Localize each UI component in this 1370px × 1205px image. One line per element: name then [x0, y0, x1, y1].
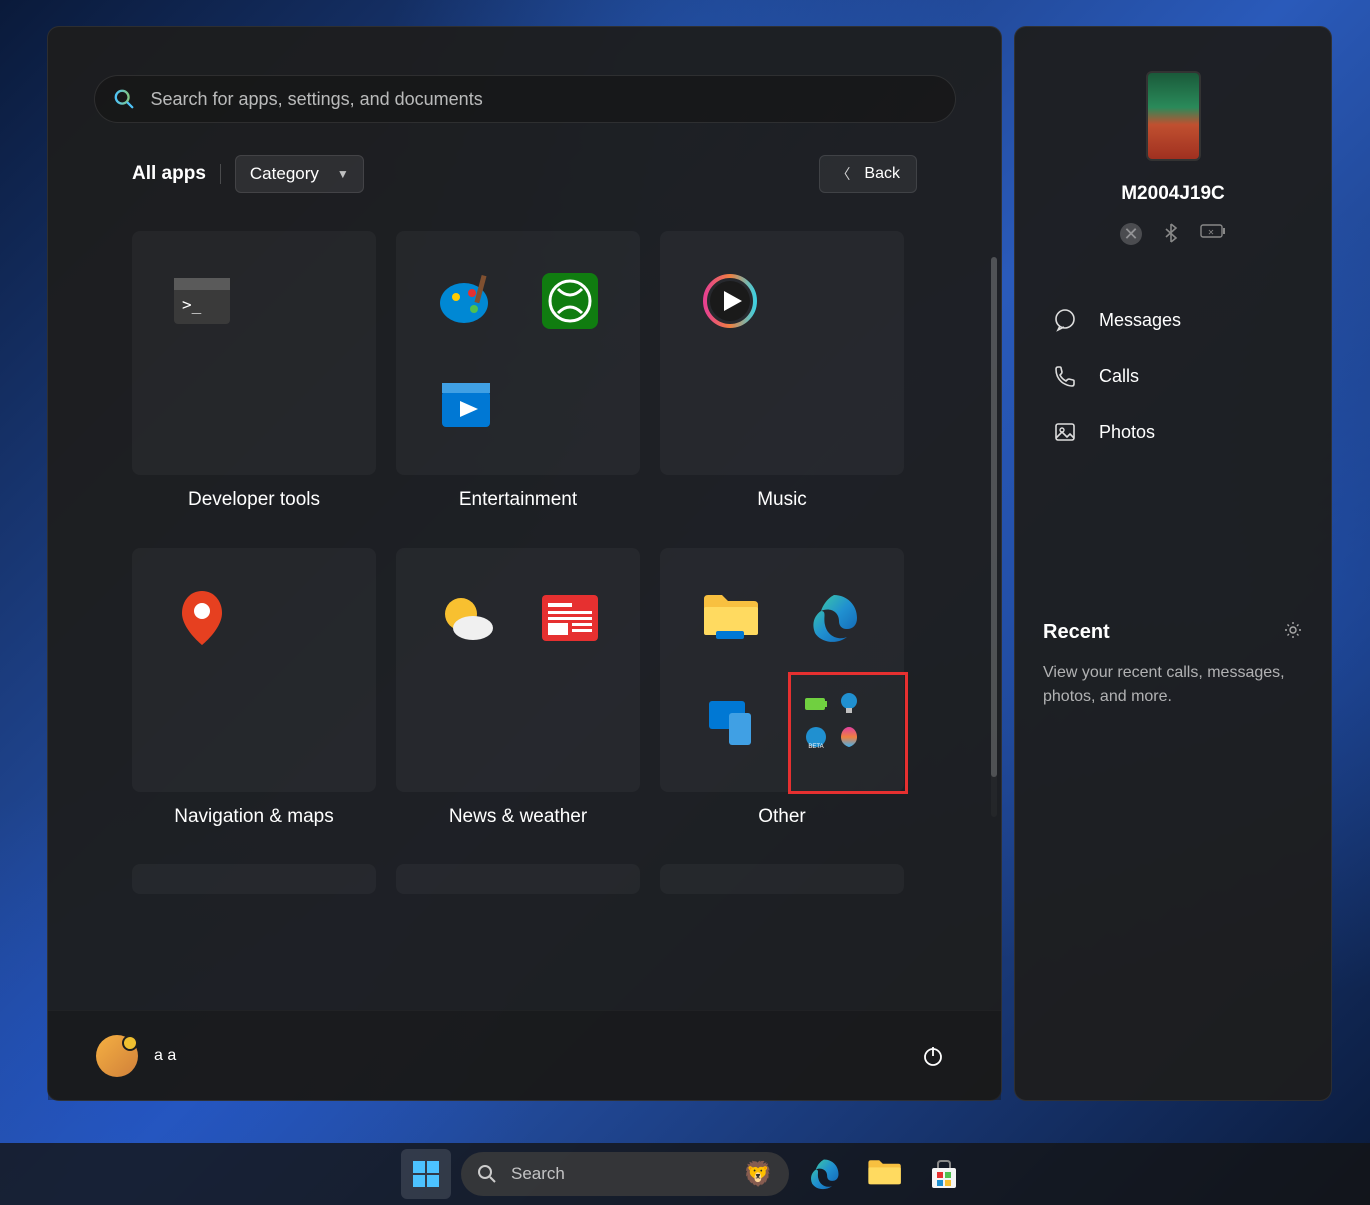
- news-icon: [540, 588, 600, 648]
- paint-icon: [436, 271, 496, 331]
- chevron-left-icon: 〈: [836, 164, 850, 184]
- taskbar: Search 🦁: [0, 1143, 1370, 1205]
- maps-icon: [172, 588, 232, 648]
- categories-grid: >_ Developer tools: [92, 231, 957, 911]
- user-name[interactable]: a a: [154, 1047, 176, 1065]
- phone-device-name: M2004J19C: [1043, 183, 1303, 205]
- battery-mini-icon: [804, 692, 828, 716]
- tips-mini-icon: [837, 692, 861, 716]
- svg-text:>_: >_: [182, 295, 202, 314]
- dnd-status-icon[interactable]: ✕: [1120, 223, 1142, 245]
- tile-box: [396, 548, 640, 792]
- tile-box: [132, 548, 376, 792]
- category-partial[interactable]: [660, 864, 904, 911]
- tile-box: BETA: [660, 548, 904, 792]
- edge-beta-mini-icon: BETA: [804, 725, 828, 749]
- battery-icon[interactable]: ✕: [1200, 223, 1226, 248]
- clipchamp-icon: [436, 375, 496, 435]
- taskbar-store[interactable]: [919, 1149, 969, 1199]
- tile-label: Music: [757, 489, 807, 511]
- chevron-down-icon: ▼: [337, 167, 349, 181]
- start-menu-panel: Search for apps, settings, and documents…: [47, 26, 1002, 1101]
- phone-status-row: ✕ ✕: [1043, 223, 1303, 248]
- user-avatar[interactable]: [96, 1035, 138, 1077]
- search-icon: [113, 88, 135, 110]
- category-partial[interactable]: [132, 864, 376, 911]
- search-icon: [477, 1164, 497, 1184]
- tile-label: Other: [758, 806, 806, 828]
- start-content: Search for apps, settings, and documents…: [48, 27, 1001, 1010]
- tile-box: >_: [132, 231, 376, 475]
- category-entertainment[interactable]: Entertainment: [396, 231, 640, 528]
- lion-icon: 🦁: [743, 1160, 773, 1189]
- recent-title: Recent: [1043, 621, 1110, 644]
- svg-text:✕: ✕: [1208, 228, 1215, 237]
- phone-messages-button[interactable]: Messages: [1043, 292, 1303, 348]
- recent-header: Recent: [1043, 620, 1303, 645]
- gear-icon[interactable]: [1283, 620, 1303, 645]
- taskbar-search-text: Search: [511, 1164, 729, 1184]
- store-icon: [928, 1158, 960, 1190]
- file-explorer-icon: [867, 1159, 901, 1189]
- phone-device-image[interactable]: [1146, 71, 1201, 161]
- weather-icon: [436, 588, 496, 648]
- search-placeholder: Search for apps, settings, and documents: [151, 89, 483, 110]
- recent-section: Recent View your recent calls, messages,…: [1043, 620, 1303, 709]
- category-other[interactable]: BETA Other: [660, 548, 904, 845]
- tile-box: [396, 864, 640, 894]
- tile-label: Navigation & maps: [174, 806, 333, 828]
- photos-label: Photos: [1099, 422, 1155, 443]
- phone-calls-button[interactable]: Calls: [1043, 348, 1303, 404]
- tile-label: Entertainment: [459, 489, 577, 511]
- messages-label: Messages: [1099, 310, 1181, 331]
- category-news-weather[interactable]: News & weather: [396, 548, 640, 845]
- recent-text: View your recent calls, messages, photos…: [1043, 661, 1303, 709]
- file-explorer-icon: [700, 588, 760, 648]
- back-button[interactable]: 〈 Back: [819, 155, 917, 193]
- start-button[interactable]: [401, 1149, 451, 1199]
- tile-label: Developer tools: [188, 489, 320, 511]
- scrollbar[interactable]: [991, 257, 997, 817]
- tile-box: [396, 231, 640, 475]
- svg-text:BETA: BETA: [808, 744, 823, 748]
- scrollbar-thumb[interactable]: [991, 257, 997, 777]
- terminal-icon: >_: [172, 271, 232, 331]
- search-input[interactable]: Search for apps, settings, and documents: [94, 75, 956, 123]
- category-music[interactable]: Music: [660, 231, 904, 528]
- tile-label: News & weather: [449, 806, 587, 828]
- phone-link-icon: [700, 692, 760, 752]
- power-button[interactable]: [913, 1036, 953, 1076]
- start-footer: a a: [48, 1010, 1001, 1100]
- category-partial[interactable]: [396, 864, 640, 911]
- phone-link-panel: M2004J19C ✕ ✕ Messages Calls Photos Rece…: [1014, 26, 1332, 1101]
- paint3d-mini-icon: [837, 725, 861, 749]
- calls-label: Calls: [1099, 366, 1139, 387]
- category-dropdown[interactable]: Category ▼: [235, 155, 364, 193]
- bluetooth-icon[interactable]: [1164, 223, 1178, 248]
- media-player-icon: [700, 271, 760, 331]
- phone-photos-button[interactable]: Photos: [1043, 404, 1303, 460]
- tile-box: [132, 864, 376, 894]
- calls-icon: [1053, 364, 1077, 388]
- category-developer-tools[interactable]: >_ Developer tools: [132, 231, 376, 528]
- taskbar-search[interactable]: Search 🦁: [461, 1152, 789, 1196]
- mini-app-cluster: BETA: [804, 692, 864, 752]
- header-row: All apps Category ▼ 〈 Back: [92, 155, 957, 193]
- messages-icon: [1053, 308, 1077, 332]
- all-apps-label: All apps: [132, 163, 206, 185]
- category-label: Category: [250, 164, 319, 184]
- back-label: Back: [864, 165, 900, 183]
- photos-icon: [1053, 420, 1077, 444]
- xbox-icon: [540, 271, 600, 331]
- tile-box: [660, 231, 904, 475]
- edge-icon: [804, 588, 864, 648]
- category-navigation[interactable]: Navigation & maps: [132, 548, 376, 845]
- taskbar-file-explorer[interactable]: [859, 1149, 909, 1199]
- tile-box: [660, 864, 904, 894]
- windows-icon: [411, 1159, 441, 1189]
- taskbar-edge[interactable]: [799, 1149, 849, 1199]
- edge-icon: [807, 1157, 841, 1191]
- power-icon: [921, 1044, 945, 1068]
- divider: [220, 164, 221, 184]
